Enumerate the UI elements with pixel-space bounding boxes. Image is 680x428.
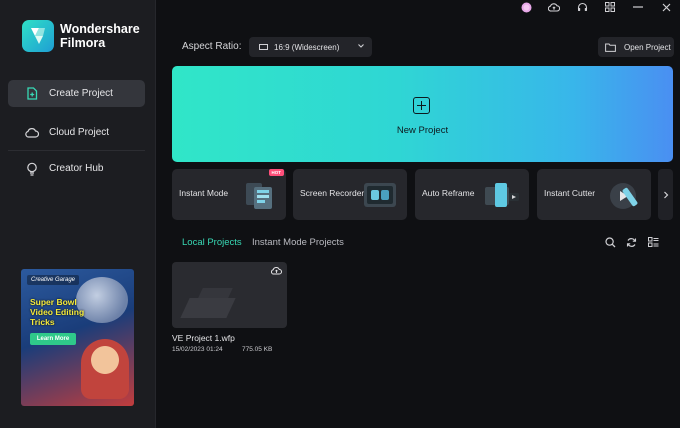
headset-icon[interactable] <box>568 0 596 14</box>
folder-icon <box>605 43 616 52</box>
screen-recorder-illustration-icon <box>364 183 396 207</box>
promo-banner[interactable]: Creative Garage Super Bowl Video Editing… <box>21 269 134 406</box>
sidebar-item-label: Cloud Project <box>49 127 110 138</box>
feature-label: Screen Recorder <box>300 188 365 198</box>
sidebar: Wondershare Filmora Create Project Cloud… <box>0 0 156 428</box>
project-name: VE Project 1.wfp <box>172 333 235 343</box>
feature-label: Instant Mode <box>179 188 229 198</box>
list-view-icon[interactable] <box>646 235 660 249</box>
cloud-sync-icon[interactable] <box>540 0 568 14</box>
refresh-icon[interactable] <box>624 235 638 249</box>
instant-mode-card[interactable]: Instant Mode HOT <box>172 169 286 220</box>
avatar-icon[interactable] <box>512 0 540 14</box>
project-date: 15/02/2023 01:24 <box>172 346 223 353</box>
instant-mode-illustration-icon <box>246 183 272 209</box>
aspect-ratio-label: Aspect Ratio: <box>182 41 242 52</box>
search-icon[interactable] <box>603 235 617 249</box>
feature-label: Auto Reframe <box>422 188 475 198</box>
hot-badge: HOT <box>268 169 284 176</box>
window-controls <box>512 0 680 14</box>
sidebar-item-label: Creator Hub <box>49 163 104 174</box>
instant-cutter-illustration-icon <box>610 183 638 209</box>
cloud-upload-icon[interactable] <box>271 266 282 275</box>
auto-reframe-illustration-icon <box>485 183 519 207</box>
feature-label: Instant Cutter <box>544 188 596 198</box>
minimize-icon[interactable] <box>624 0 652 14</box>
tab-local-projects[interactable]: Local Projects <box>182 237 242 248</box>
plus-square-icon <box>413 97 430 114</box>
chevron-down-icon <box>358 44 364 48</box>
monitor-icon <box>259 43 268 50</box>
promo-title: Super Bowl Video Editing Tricks <box>30 297 85 327</box>
presenter-image <box>81 339 129 399</box>
aspect-ratio-value: 16:9 (Widescreen) <box>274 42 340 52</box>
new-project-button[interactable]: New Project <box>172 66 673 162</box>
grid-icon[interactable] <box>596 0 624 14</box>
screen-recorder-card[interactable]: Screen Recorder <box>293 169 407 220</box>
instant-cutter-card[interactable]: Instant Cutter <box>537 169 651 220</box>
auto-reframe-card[interactable]: Auto Reframe <box>415 169 529 220</box>
new-project-label: New Project <box>396 125 449 136</box>
open-project-button[interactable]: Open Project <box>598 37 674 57</box>
promo-badge: Creative Garage <box>27 275 80 285</box>
sidebar-item-create-project[interactable]: Create Project <box>8 80 145 107</box>
feature-scroll-right-button[interactable] <box>658 169 673 220</box>
open-project-label: Open Project <box>624 42 671 52</box>
close-icon[interactable] <box>652 0 680 14</box>
app-name-line2: Filmora <box>60 36 106 50</box>
app-logo: Wondershare Filmora <box>22 20 140 52</box>
project-size: 775.05 KB <box>242 346 273 353</box>
sidebar-item-label: Create Project <box>49 88 113 99</box>
chevron-right-icon <box>663 191 668 198</box>
sidebar-item-creator-hub[interactable]: Creator Hub <box>8 155 145 182</box>
project-thumbnail[interactable] <box>172 262 287 328</box>
cloud-icon <box>25 126 39 140</box>
sidebar-item-cloud-project[interactable]: Cloud Project <box>8 119 145 146</box>
filmora-logo-icon <box>22 20 54 52</box>
tab-instant-mode-projects[interactable]: Instant Mode Projects <box>252 237 344 248</box>
app-name-line1: Wondershare <box>60 22 140 36</box>
aspect-ratio-dropdown[interactable]: 16:9 (Widescreen) <box>249 37 372 57</box>
sidebar-divider <box>8 150 145 151</box>
lightbulb-icon <box>25 162 39 176</box>
learn-more-button[interactable]: Learn More <box>30 333 76 345</box>
new-file-icon <box>25 87 39 101</box>
